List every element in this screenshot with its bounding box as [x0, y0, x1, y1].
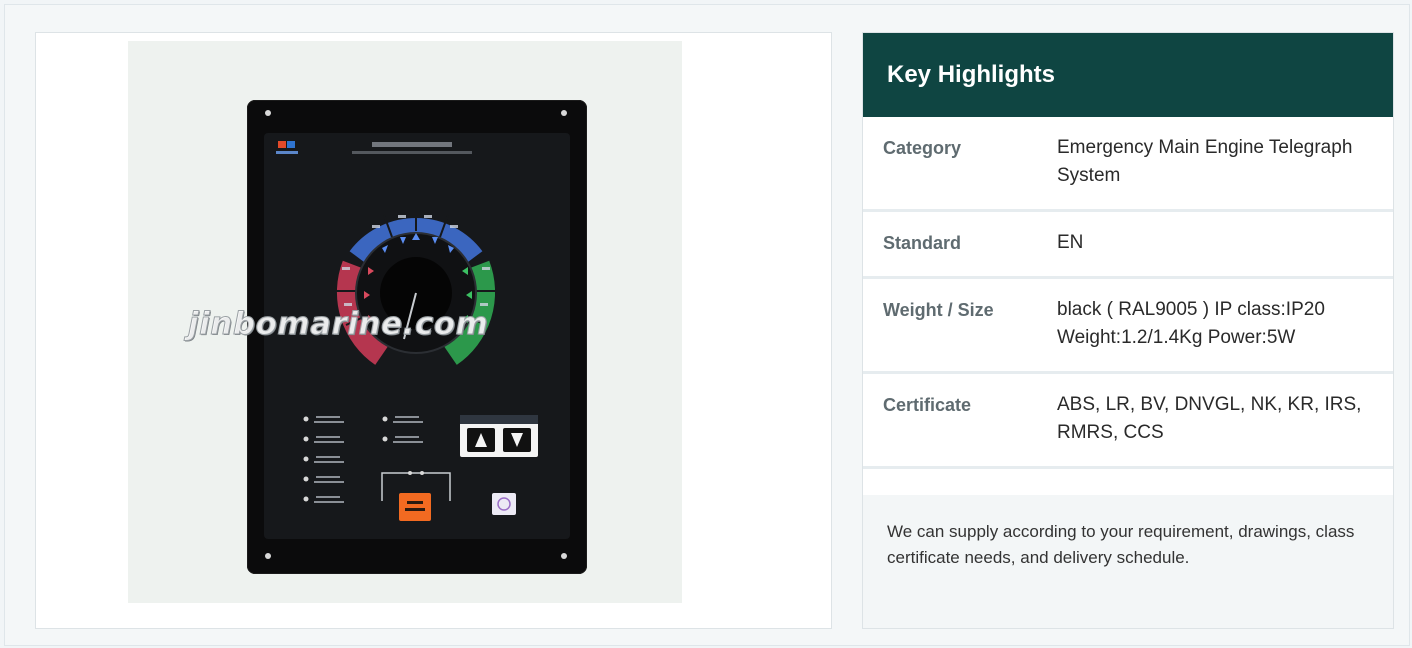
- highlight-label: Certificate: [883, 395, 972, 415]
- highlight-row-category: Category Emergency Main Engine Telegraph…: [863, 117, 1393, 212]
- highlight-row-standard: Standard EN: [863, 212, 1393, 279]
- highlight-label: Standard: [883, 233, 962, 253]
- product-image-card: jinbomarine.com: [35, 32, 832, 629]
- screw-icon: [561, 110, 567, 116]
- highlight-label: Weight / Size: [883, 300, 994, 320]
- screw-icon: [265, 110, 271, 116]
- supply-note: We can supply according to your requirem…: [863, 495, 1393, 628]
- screw-icon: [265, 553, 271, 559]
- key-highlights-title: Key Highlights: [887, 61, 1056, 88]
- highlight-value: EN: [1057, 232, 1084, 253]
- highlight-row-weight-size: Weight / Size black ( RAL9005 ) IP class…: [863, 279, 1393, 374]
- highlight-label: Category: [883, 138, 962, 158]
- key-highlights-card: Key Highlights Category Emergency Main E…: [862, 32, 1394, 629]
- watermark-text: jinbomarine.com: [187, 306, 489, 343]
- highlight-row-certificate: Certificate ABS, LR, BV, DNVGL, NK, KR, …: [863, 374, 1393, 469]
- key-highlights-header: Key Highlights: [863, 33, 1393, 117]
- highlight-value: Emergency Main Engine Telegraph System: [1057, 137, 1353, 186]
- page-container: jinbomarine.com Key Highlights Category …: [4, 4, 1410, 646]
- highlight-value: black ( RAL9005 ) IP class:IP20 Weight:1…: [1057, 299, 1325, 348]
- screw-icon: [561, 553, 567, 559]
- highlight-value: ABS, LR, BV, DNVGL, NK, KR, IRS, RMRS, C…: [1057, 394, 1362, 443]
